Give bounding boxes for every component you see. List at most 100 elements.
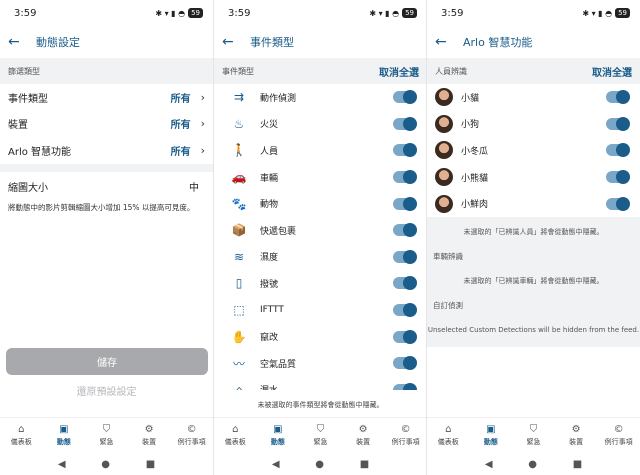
nav-icon: ©: [400, 424, 411, 435]
system-recents-icon[interactable]: ■: [573, 459, 582, 470]
page-title: Arlo 智慧功能: [463, 36, 533, 49]
system-home-icon[interactable]: ●: [528, 459, 537, 470]
event-type-row[interactable]: 📦 快遞包裹: [214, 217, 427, 244]
event-type-row[interactable]: ⌂ 漏水: [214, 377, 427, 390]
system-recents-icon[interactable]: ■: [146, 459, 155, 470]
event-type-label: 撥號: [260, 279, 279, 290]
person-toggle[interactable]: [606, 196, 630, 211]
system-home-icon[interactable]: ●: [101, 459, 110, 470]
page-title: 事件類型: [250, 36, 294, 49]
thumbnail-size-label: 縮圖大小: [8, 183, 48, 194]
filter-row[interactable]: 裝置 所有 ›: [0, 111, 213, 138]
nav-item-4[interactable]: © 例行事項: [170, 418, 213, 453]
save-button[interactable]: 儲存: [6, 348, 208, 375]
event-type-icon: 🚗: [231, 170, 247, 185]
event-type-toggle[interactable]: [393, 356, 417, 371]
event-type-row[interactable]: 〰 空氣品質: [214, 350, 427, 377]
system-back-icon[interactable]: ◀: [58, 459, 66, 470]
nav-label: 動態: [56, 438, 71, 446]
back-arrow-icon[interactable]: ←: [222, 34, 240, 50]
back-arrow-icon[interactable]: ←: [8, 34, 26, 50]
nav-item-1[interactable]: ▣ 動態: [470, 418, 513, 453]
event-type-label: 火災: [260, 120, 279, 131]
nav-item-0[interactable]: ⌂ 儀表板: [0, 418, 43, 453]
event-type-icon: ⌂: [235, 382, 243, 390]
event-type-toggle[interactable]: [393, 116, 417, 131]
nav-icon: ⌂: [18, 424, 25, 435]
deselect-all-button[interactable]: 取消全選: [379, 64, 419, 79]
system-nav: ◀ ● ■: [427, 453, 640, 475]
event-type-row[interactable]: ♨ 火災: [214, 111, 427, 138]
nav-label: 緊急: [313, 438, 328, 446]
status-icons: ✱ ▾ ▮ ◓: [369, 8, 400, 18]
restore-defaults-button[interactable]: 還原預設設定: [0, 383, 213, 398]
person-row[interactable]: 小冬瓜: [427, 137, 640, 164]
nav-item-0[interactable]: ⌂ 儀表板: [427, 418, 470, 453]
person-row[interactable]: 小貓: [427, 84, 640, 111]
nav-item-2[interactable]: ⛉ 緊急: [85, 418, 128, 453]
event-type-toggle[interactable]: [393, 303, 417, 318]
deselect-all-button[interactable]: 取消全選: [592, 64, 632, 79]
event-type-icon: 🚶: [231, 143, 247, 158]
event-type-row[interactable]: ≋ 濕度: [214, 244, 427, 271]
thumbnail-size-row[interactable]: 縮圖大小 中: [0, 172, 213, 202]
event-type-row[interactable]: ✋ 竄改: [214, 323, 427, 350]
nav-item-1[interactable]: ▣ 動態: [43, 418, 86, 453]
person-toggle[interactable]: [606, 143, 630, 158]
motion-settings-screen: 3:59 ✱ ▾ ▮ ◓ 59 ← 動態設定 篩選類型 事件類型 所有 › 裝置 所有 › A…: [0, 0, 213, 475]
event-type-label: 車輛: [260, 173, 279, 184]
nav-item-4[interactable]: © 例行事項: [597, 418, 640, 453]
avatar: [435, 168, 453, 187]
person-row[interactable]: 小熊貓: [427, 164, 640, 191]
event-type-row[interactable]: ⇉ 動作偵測: [214, 84, 427, 111]
nav-icon: ▣: [59, 424, 69, 435]
person-row[interactable]: 小鮮肉: [427, 190, 640, 217]
event-type-row[interactable]: 🐾 動物: [214, 190, 427, 217]
filter-row[interactable]: Arlo 智慧功能 所有 ›: [0, 137, 213, 164]
event-type-icon: ≋: [233, 249, 245, 264]
event-type-toggle[interactable]: [393, 382, 417, 390]
nav-item-1[interactable]: ▣ 動態: [257, 418, 300, 453]
person-recognition-header: 人員辨識 取消全選: [427, 58, 640, 84]
nav-item-3[interactable]: ⚙ 裝置: [342, 418, 385, 453]
nav-item-3[interactable]: ⚙ 裝置: [128, 418, 171, 453]
footer-note: 未被選取的事件類型將會從動態中隱藏。: [214, 394, 427, 416]
event-type-icon: 🐾: [231, 196, 247, 211]
avatar: [435, 114, 453, 133]
event-type-toggle[interactable]: [393, 329, 417, 344]
person-toggle[interactable]: [606, 116, 630, 131]
avatar: [435, 88, 453, 107]
system-home-icon[interactable]: ●: [315, 459, 324, 470]
system-back-icon[interactable]: ◀: [272, 459, 280, 470]
nav-item-2[interactable]: ⛉ 緊急: [299, 418, 342, 453]
event-type-toggle[interactable]: [393, 143, 417, 158]
nav-item-0[interactable]: ⌂ 儀表板: [214, 418, 257, 453]
event-type-toggle[interactable]: [393, 276, 417, 291]
event-type-toggle[interactable]: [393, 249, 417, 264]
event-type-toggle[interactable]: [393, 90, 417, 105]
event-type-toggle[interactable]: [393, 196, 417, 211]
nav-item-4[interactable]: © 例行事項: [384, 418, 427, 453]
person-toggle[interactable]: [606, 170, 630, 185]
event-type-row[interactable]: 🚶 人員: [214, 137, 427, 164]
event-type-row[interactable]: 🚗 車輛: [214, 164, 427, 191]
system-recents-icon[interactable]: ■: [360, 459, 369, 470]
system-back-icon[interactable]: ◀: [485, 459, 493, 470]
nav-item-3[interactable]: ⚙ 裝置: [555, 418, 598, 453]
system-nav: ◀ ● ■: [0, 453, 213, 475]
filter-row[interactable]: 事件類型 所有 ›: [0, 84, 213, 111]
person-row[interactable]: 小狗: [427, 111, 640, 138]
event-type-toggle[interactable]: [393, 223, 417, 238]
filter-row-label: 事件類型: [8, 93, 48, 105]
people-note: 未選取的「已辨識人員」將會從動態中隱藏。: [463, 227, 604, 236]
back-arrow-icon[interactable]: ←: [435, 34, 453, 50]
event-type-icon: 〰: [232, 356, 245, 371]
nav-label: 例行事項: [604, 438, 633, 446]
nav-item-2[interactable]: ⛉ 緊急: [512, 418, 555, 453]
status-bar: 3:59 ✱ ▾ ▮ ◓ 59: [427, 0, 640, 26]
event-type-row[interactable]: ▯ 撥號: [214, 270, 427, 297]
person-toggle[interactable]: [606, 90, 630, 105]
event-type-row[interactable]: ⬚ IFTTT: [214, 297, 427, 324]
event-type-toggle[interactable]: [393, 170, 417, 185]
event-type-screen: 3:59 ✱ ▾ ▮ ◓ 59 ← 事件類型 事件類型 取消全選 ⇉ 動作偵測 ♨ 火災…: [214, 0, 427, 475]
